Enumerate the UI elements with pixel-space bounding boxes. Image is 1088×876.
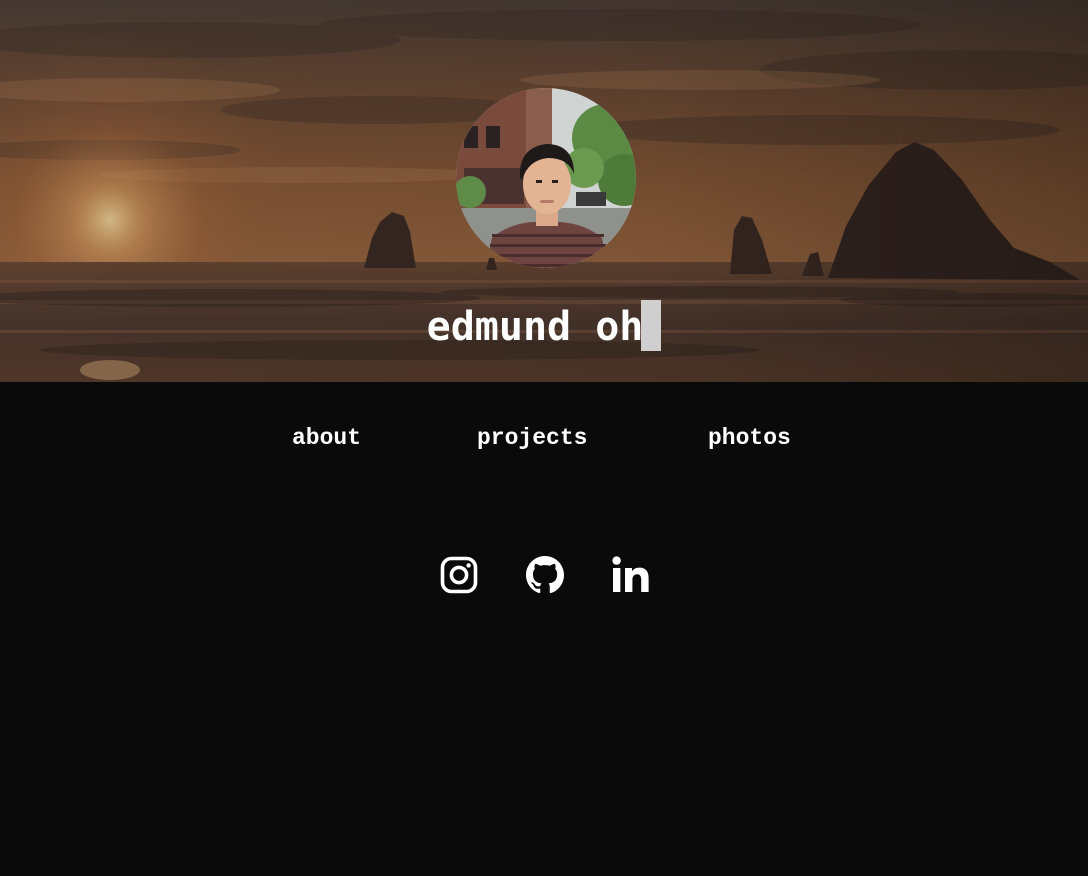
nav-link-about[interactable]: about (292, 422, 361, 454)
avatar-photo (456, 88, 636, 268)
instagram-icon[interactable] (440, 556, 478, 594)
linkedin-icon[interactable] (612, 556, 650, 594)
name-heading-line: edmund oh (0, 300, 1088, 354)
main-navigation: about projects photos (0, 422, 1088, 454)
typing-cursor (641, 300, 662, 351)
nav-link-projects[interactable]: projects (477, 422, 587, 454)
page: edmund oh about projects photos (0, 0, 1088, 876)
github-icon[interactable] (526, 556, 564, 594)
site-owner-name: edmund oh (426, 304, 644, 350)
social-links (0, 556, 1088, 594)
profile-avatar (456, 88, 636, 268)
hero-banner: edmund oh (0, 0, 1088, 382)
nav-link-photos[interactable]: photos (708, 422, 791, 454)
